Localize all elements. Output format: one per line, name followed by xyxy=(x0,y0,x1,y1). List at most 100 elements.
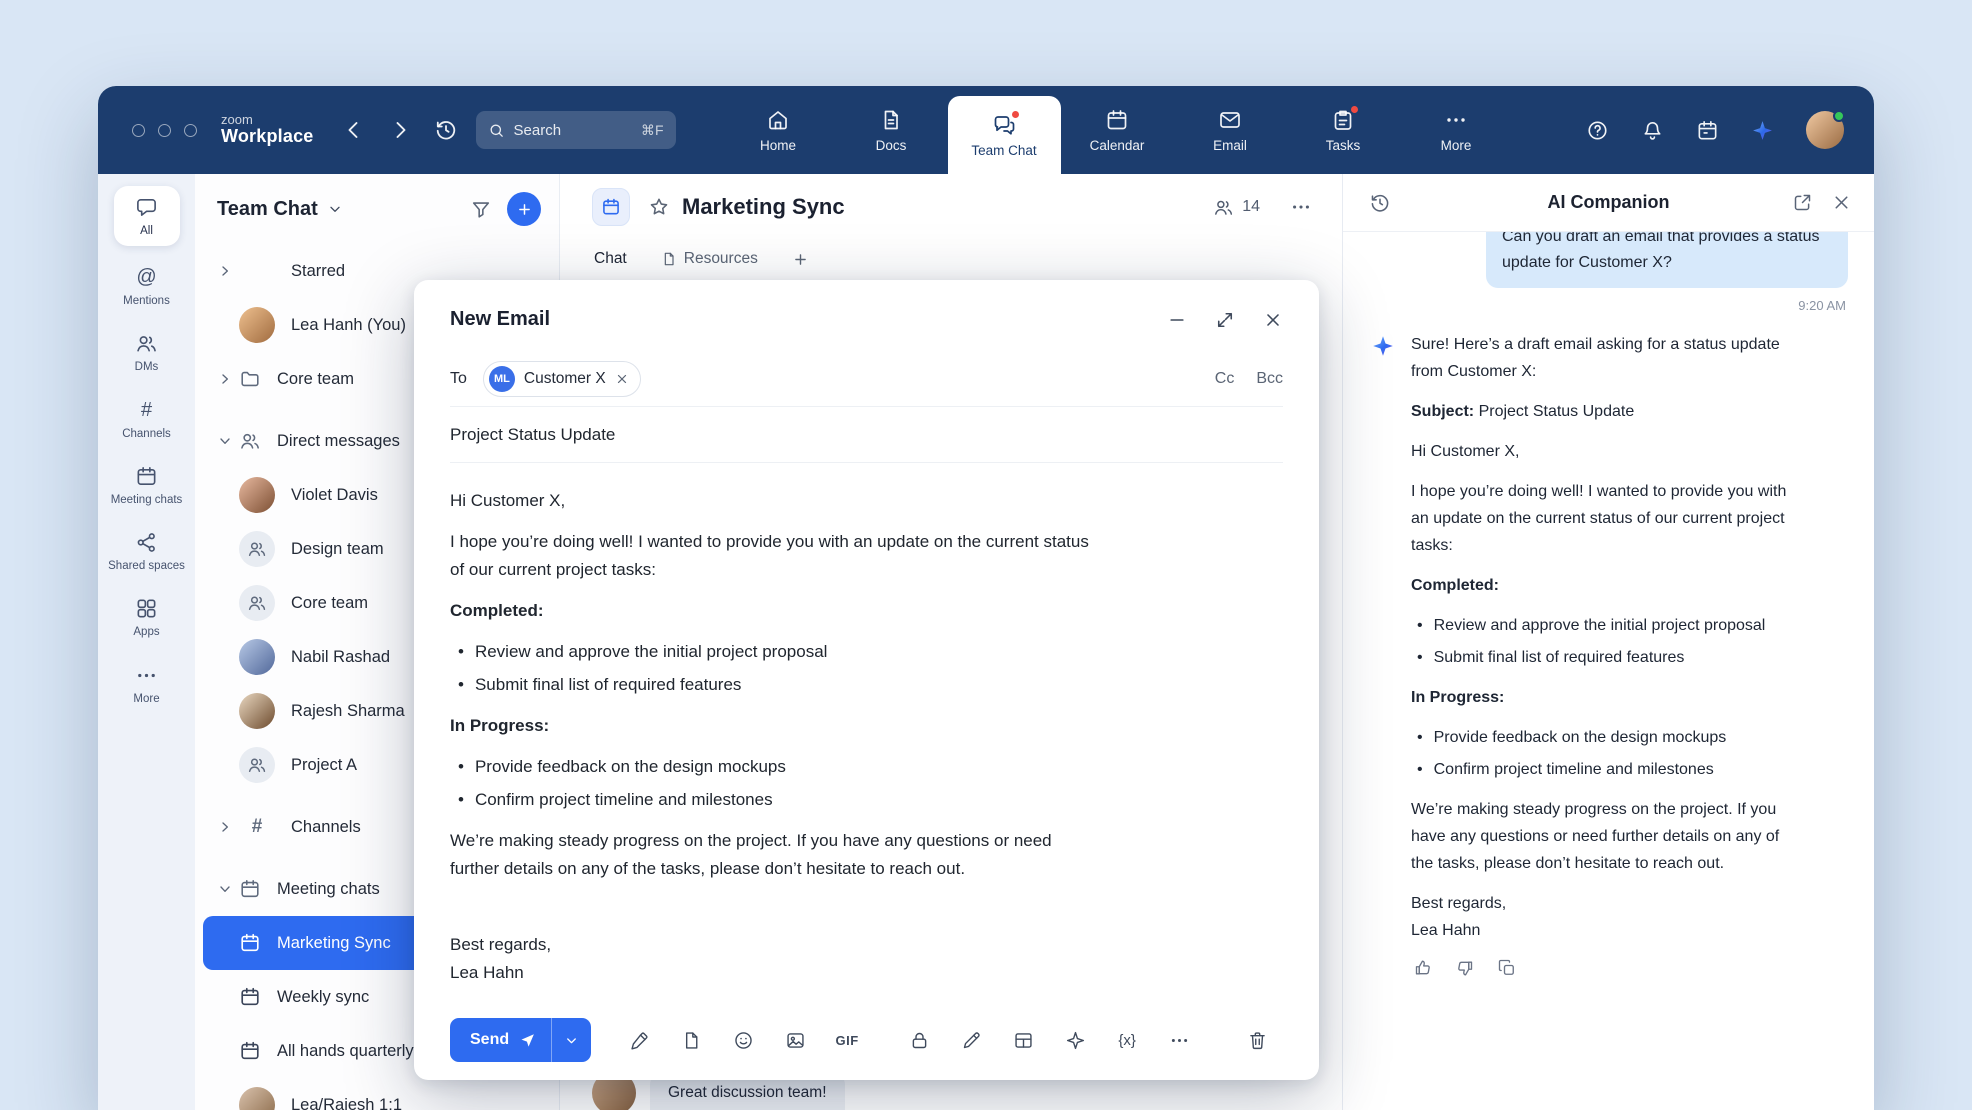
send-icon xyxy=(519,1032,536,1049)
send-button[interactable]: Send xyxy=(450,1018,551,1062)
nav-more[interactable]: More xyxy=(1400,86,1513,174)
subject-field[interactable]: Project Status Update xyxy=(450,425,615,445)
image-icon[interactable] xyxy=(769,1022,821,1058)
recipient-chip[interactable]: ML Customer X xyxy=(483,361,641,397)
nav-email[interactable]: Email xyxy=(1174,86,1287,174)
members-count-value: 14 xyxy=(1242,198,1260,216)
nav-home[interactable]: Home xyxy=(722,86,835,174)
nav-tasks[interactable]: Tasks xyxy=(1287,86,1400,174)
nav-more-label: More xyxy=(1441,138,1472,153)
more-options-icon[interactable] xyxy=(1153,1022,1205,1058)
trash-icon[interactable] xyxy=(1231,1022,1283,1058)
chevron-right-icon xyxy=(217,263,233,279)
tab-resources[interactable]: Resources xyxy=(661,250,758,268)
sidebar-title[interactable]: Team Chat xyxy=(217,198,318,221)
chevron-right-icon xyxy=(217,371,233,387)
rail-item-mentions[interactable]: @ Mentions xyxy=(104,266,190,308)
recipient-name: Customer X xyxy=(524,370,606,388)
layout-icon[interactable] xyxy=(997,1022,1049,1058)
gif-button[interactable]: GIF xyxy=(821,1022,873,1058)
window-controls[interactable] xyxy=(132,124,197,137)
message-timestamp: 9:20 AM xyxy=(1371,298,1846,313)
cc-button[interactable]: Cc xyxy=(1215,370,1235,388)
hash-icon: # xyxy=(135,399,158,422)
sidebar-item-lea-rajesh[interactable]: Lea/Rajesh 1:1 xyxy=(203,1078,551,1110)
email-icon xyxy=(1218,108,1242,132)
remove-recipient-icon[interactable] xyxy=(615,372,629,386)
add-tab-icon[interactable] xyxy=(792,251,809,268)
user-message-bubble: Can you draft an email that provides a s… xyxy=(1486,232,1848,288)
template-icon[interactable] xyxy=(665,1022,717,1058)
notifications-bell-icon[interactable] xyxy=(1641,119,1664,142)
more-options-icon[interactable] xyxy=(1290,196,1312,218)
team-chat-unread-badge xyxy=(1010,109,1021,120)
topbar: zoom Workplace Search ⌘F xyxy=(98,86,1874,174)
ai-conversation[interactable]: Can you draft an email that provides a s… xyxy=(1343,232,1874,1110)
rail-item-shared-spaces[interactable]: Shared spaces xyxy=(104,531,190,573)
top-navigation: Home Docs Team Chat Calendar xyxy=(722,86,1513,174)
rail-item-all[interactable]: All xyxy=(114,186,180,246)
close-icon[interactable] xyxy=(1831,192,1852,213)
emoji-icon[interactable] xyxy=(717,1022,769,1058)
meeting-chats-icon xyxy=(239,878,261,900)
nav-email-label: Email xyxy=(1213,138,1247,153)
filter-icon[interactable] xyxy=(470,198,492,220)
rail-channels-label: Channels xyxy=(122,428,171,441)
profile-avatar[interactable] xyxy=(1806,111,1844,149)
signature-icon[interactable] xyxy=(613,1022,665,1058)
edit-icon[interactable] xyxy=(945,1022,997,1058)
tab-chat[interactable]: Chat xyxy=(594,250,627,268)
nav-team-chat[interactable]: Team Chat xyxy=(948,96,1061,174)
rail-apps-label: Apps xyxy=(133,626,159,639)
window-zoom-button[interactable] xyxy=(184,124,197,137)
star-icon[interactable] xyxy=(648,196,670,218)
modal-title: New Email xyxy=(450,308,550,331)
nav-calendar[interactable]: Calendar xyxy=(1061,86,1174,174)
help-icon[interactable] xyxy=(1586,119,1609,142)
more-icon xyxy=(1444,108,1468,132)
nav-calendar-label: Calendar xyxy=(1090,138,1145,153)
avatar xyxy=(239,639,275,675)
thumbs-down-icon[interactable] xyxy=(1455,958,1475,978)
copy-icon[interactable] xyxy=(1497,958,1517,978)
rail-shared-spaces-label: Shared spaces xyxy=(108,560,185,573)
send-options-chevron[interactable] xyxy=(551,1018,591,1062)
ai-sparkle-icon[interactable] xyxy=(1049,1022,1101,1058)
window-close-button[interactable] xyxy=(132,124,145,137)
bcc-button[interactable]: Bcc xyxy=(1256,370,1283,388)
expand-icon[interactable] xyxy=(1215,310,1235,330)
rail-item-dms[interactable]: DMs xyxy=(104,332,190,374)
nav-docs[interactable]: Docs xyxy=(835,86,948,174)
search-input[interactable]: Search ⌘F xyxy=(476,111,676,149)
rail-item-meeting-chats[interactable]: Meeting chats xyxy=(104,465,190,507)
upcoming-meetings-icon[interactable] xyxy=(1696,119,1719,142)
back-icon[interactable] xyxy=(342,118,366,142)
variables-button[interactable]: {x} xyxy=(1101,1022,1153,1058)
shared-spaces-icon xyxy=(135,531,158,554)
history-icon[interactable] xyxy=(1369,192,1391,214)
email-body-editor[interactable]: Hi Customer X, I hope you’re doing well!… xyxy=(450,463,1100,987)
chat-tabs: Chat Resources xyxy=(560,240,1342,278)
open-in-new-icon[interactable] xyxy=(1792,192,1813,213)
close-icon[interactable] xyxy=(1263,310,1283,330)
ai-companion-icon[interactable] xyxy=(1751,119,1774,142)
history-icon[interactable] xyxy=(434,118,458,142)
rail-item-more[interactable]: More xyxy=(104,664,190,706)
zoom-workplace-logo: zoom Workplace xyxy=(221,113,314,147)
lock-icon[interactable] xyxy=(893,1022,945,1058)
members-count[interactable]: 14 xyxy=(1213,197,1260,218)
chevron-down-icon[interactable] xyxy=(327,201,343,217)
meeting-chats-icon xyxy=(135,465,158,488)
rail-item-apps[interactable]: Apps xyxy=(104,597,190,639)
hash-icon: # xyxy=(239,809,275,845)
minimize-icon[interactable] xyxy=(1167,310,1187,330)
forward-icon[interactable] xyxy=(388,118,412,142)
nav-home-label: Home xyxy=(760,138,796,153)
app-window: zoom Workplace Search ⌘F xyxy=(98,86,1874,1110)
rail-item-channels[interactable]: # Channels xyxy=(104,399,190,441)
thumbs-up-icon[interactable] xyxy=(1413,958,1433,978)
add-chat-button[interactable] xyxy=(507,192,541,226)
window-minimize-button[interactable] xyxy=(158,124,171,137)
nav-docs-label: Docs xyxy=(876,138,907,153)
calendar-icon xyxy=(239,1040,261,1062)
